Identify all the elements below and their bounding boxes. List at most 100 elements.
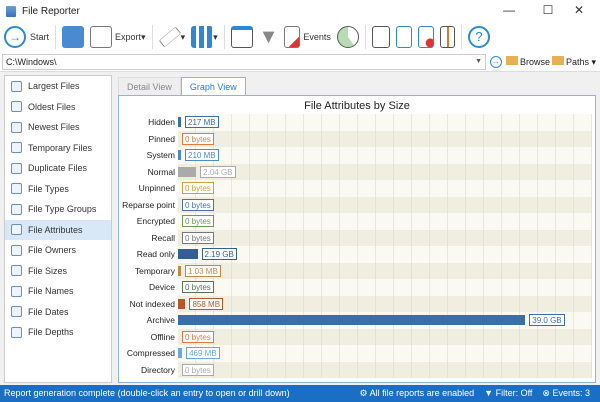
export-icon <box>90 26 113 48</box>
minimize-button[interactable]: — <box>495 3 523 17</box>
bar[interactable] <box>178 150 181 160</box>
sidebar-item-label: File Owners <box>28 245 77 256</box>
events-button[interactable]: Events <box>284 24 331 50</box>
help-icon: ? <box>467 26 490 48</box>
category-label: Offline <box>150 331 175 342</box>
category-label: Normal <box>147 166 175 177</box>
go-icon[interactable]: → <box>490 56 502 68</box>
browse-label: Browse <box>520 57 551 67</box>
filter-status-text: Filter: Off <box>495 388 533 398</box>
chart-row[interactable]: Reparse point 0 bytes <box>122 196 592 213</box>
print-button[interactable] <box>62 24 85 50</box>
category-label: Read only <box>136 249 175 259</box>
chart-row[interactable]: System 210 MB <box>147 147 592 164</box>
category-label: Hidden <box>148 117 175 127</box>
category-label: System <box>146 150 175 160</box>
report-icon <box>11 203 22 215</box>
bar[interactable] <box>178 315 526 325</box>
chart-row[interactable]: Hidden 217 MB <box>148 114 592 131</box>
sidebar-item-label: File Types <box>28 183 69 194</box>
status-bar: Report generation complete (double-click… <box>0 385 600 402</box>
copy-button[interactable] <box>371 24 390 50</box>
sidebar-item-label: File Dates <box>28 306 69 317</box>
category-label: Temporary <box>134 265 175 276</box>
chart-row[interactable]: Device 0 bytes <box>149 279 592 296</box>
zip-button[interactable] <box>439 24 455 50</box>
bar[interactable] <box>178 117 181 127</box>
sidebar-item-label: Largest Files <box>28 81 80 92</box>
category-label: Reparse point <box>122 199 175 210</box>
chart-button[interactable]: ▾ <box>191 24 218 50</box>
path-input[interactable]: C:\Windows\ ▼ <box>2 54 486 70</box>
report-icon <box>11 224 22 236</box>
export-button[interactable]: Export ▾ <box>90 24 146 50</box>
document-arrow-icon <box>395 26 412 48</box>
printer-icon <box>62 26 85 48</box>
events-status[interactable]: ⊗ Events: 3 <box>542 385 590 402</box>
chart-row[interactable]: Offline 0 bytes <box>151 328 592 345</box>
bar[interactable] <box>178 249 198 259</box>
paths-label: Paths <box>566 57 590 67</box>
value-label: 0 bytes <box>182 281 214 293</box>
zip-icon <box>439 26 455 48</box>
chart-row[interactable]: Unpinned 0 bytes <box>139 180 592 197</box>
chart-row[interactable]: Recall 0 bytes <box>151 229 592 246</box>
tab-detail-view[interactable]: Detail View <box>118 77 181 95</box>
report-icon <box>11 285 22 297</box>
chart-row[interactable]: Encrypted 0 bytes <box>137 213 592 230</box>
reports-status[interactable]: ⚙ All file reports are enabled <box>360 385 475 402</box>
category-label: Archive <box>146 315 175 325</box>
bar[interactable] <box>178 265 181 276</box>
path-value: C:\Windows\ <box>6 57 57 67</box>
schedule-button[interactable] <box>336 24 359 50</box>
chart-row[interactable]: Pinned 0 bytes <box>149 130 592 147</box>
tab-graph-view[interactable]: Graph View <box>180 77 246 95</box>
value-label: 0 bytes <box>182 231 214 244</box>
ruler-icon <box>158 26 181 48</box>
chart-row[interactable]: Compressed 469 MB <box>127 345 592 362</box>
filter-status[interactable]: ▼ Filter: Off <box>484 385 532 402</box>
value-label: 0 bytes <box>182 182 214 194</box>
events-status-text: Events: 3 <box>552 388 590 398</box>
delete-file-button[interactable] <box>417 24 434 50</box>
window-check-icon <box>230 26 253 48</box>
bar[interactable] <box>178 348 183 358</box>
chart-row[interactable]: Not indexed 858 MB <box>130 295 592 312</box>
report-icon <box>11 306 22 318</box>
paths-button[interactable]: Paths ▾ <box>552 56 596 68</box>
value-label: 217 MB <box>185 116 219 128</box>
value-label: 1.03 MB <box>185 264 221 277</box>
chart-row[interactable]: Normal 2.04 GB <box>148 163 592 180</box>
filter-button[interactable]: ▼ <box>259 24 279 50</box>
chevron-down-icon[interactable]: ▼ <box>475 55 482 69</box>
value-label: 0 bytes <box>182 132 214 145</box>
report-icon <box>11 101 22 113</box>
folder-icon <box>506 56 518 65</box>
measure-button[interactable]: ▾ <box>158 24 185 50</box>
chart-row[interactable]: Directory 0 bytes <box>141 361 592 378</box>
document-delete-icon <box>417 26 434 48</box>
chart-row[interactable]: Temporary 1.03 MB <box>135 262 592 279</box>
report-icon <box>11 265 22 277</box>
export-label: Export <box>115 32 142 42</box>
maximize-button[interactable]: ☐ <box>534 3 562 17</box>
reports-status-text: All file reports are enabled <box>369 388 475 398</box>
report-icon <box>11 121 22 133</box>
bar-chart-icon <box>191 26 214 48</box>
value-label: 2.04 GB <box>200 165 236 178</box>
open-file-button[interactable] <box>395 24 412 50</box>
start-arrow-icon: → <box>4 26 26 48</box>
bar[interactable] <box>178 298 186 309</box>
category-label: Not indexed <box>129 298 175 309</box>
bar[interactable] <box>178 166 197 177</box>
sidebar-item-label: Oldest Files <box>28 101 76 112</box>
chart-row[interactable]: Archive 39.0 GB <box>147 312 592 329</box>
help-button[interactable]: ? <box>467 24 490 50</box>
report-icon <box>11 142 22 154</box>
close-button[interactable]: ✕ <box>565 3 593 17</box>
browse-button[interactable]: Browse <box>506 56 550 67</box>
sidebar-item-largest-files[interactable]: Largest Files <box>5 76 111 97</box>
chart-row[interactable]: Read only 2.19 GB <box>137 246 592 263</box>
start-button[interactable]: → Start <box>4 24 49 50</box>
enabled-reports-button[interactable] <box>230 24 253 50</box>
